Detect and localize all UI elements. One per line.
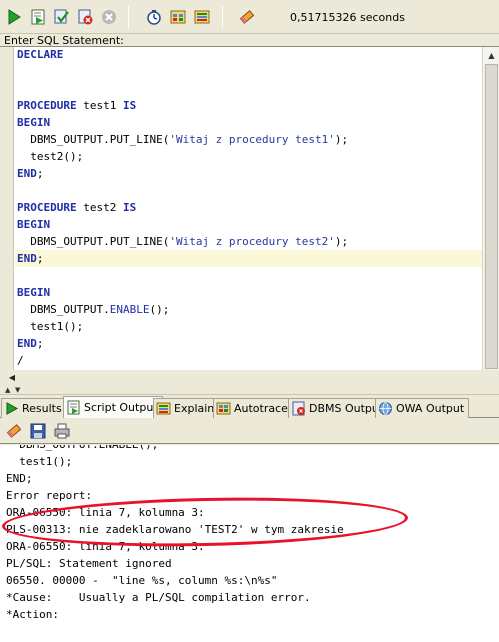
- scroll-up-icon[interactable]: ▲: [485, 48, 498, 63]
- save-output-icon[interactable]: [29, 422, 47, 440]
- output-line: DBMS_OUTPUT.ENABLE();: [6, 445, 344, 453]
- output-line: END;: [6, 472, 33, 485]
- rollback-icon[interactable]: [76, 8, 94, 26]
- sql-editor[interactable]: DECLARE PROCEDURE test1 IS BEGIN DBMS_OU…: [0, 46, 499, 386]
- collapse-up-icon[interactable]: ▲: [5, 386, 10, 394]
- output-line: PL/SQL: Statement ignored: [6, 557, 172, 570]
- tab-label: OWA Output: [396, 402, 465, 415]
- sql-code[interactable]: DECLARE PROCEDURE test1 IS BEGIN DBMS_OU…: [15, 47, 499, 369]
- code-line: DBMS_OUTPUT.PUT_LINE('Witaj z procedury …: [17, 235, 349, 248]
- globe-icon: [379, 402, 392, 415]
- split-divider[interactable]: ▲ ▼: [0, 386, 499, 395]
- code-line-current: END;: [15, 250, 499, 267]
- code-line: test2();: [17, 150, 84, 163]
- code-line: DECLARE: [17, 48, 64, 61]
- editor-gutter: [0, 47, 14, 385]
- code-line: END;: [17, 167, 44, 180]
- run-statement-icon[interactable]: [5, 8, 23, 26]
- clear-icon[interactable]: [238, 8, 256, 26]
- output-line: ORA-06550: linia 7, kolumna 3:: [6, 540, 205, 553]
- autotrace-icon[interactable]: [145, 8, 163, 26]
- run-results-icon: [6, 402, 19, 415]
- output-line: PLS-00313: nie zadeklarowano 'TEST2' w t…: [6, 523, 344, 536]
- code-line: DBMS_OUTPUT.PUT_LINE('Witaj z procedury …: [17, 133, 349, 146]
- collapse-down-icon[interactable]: ▼: [15, 386, 20, 394]
- output-line: Error report:: [6, 489, 93, 502]
- tab-label: Results: [22, 402, 62, 415]
- output-toolbar: [0, 419, 499, 444]
- editor-vertical-scrollbar[interactable]: ▲: [482, 47, 499, 385]
- output-line: *Action:: [6, 608, 59, 621]
- elapsed-time: 0,51715326 seconds: [290, 11, 405, 24]
- tab-owa-output[interactable]: OWA Output: [375, 398, 470, 418]
- output-line: ORA-06550: linia 7, kolumna 3:: [6, 506, 205, 519]
- script-output-icon: [67, 400, 80, 415]
- tab-label: DBMS Output: [309, 402, 384, 415]
- tab-label: Script Output: [84, 401, 158, 414]
- tab-explain[interactable]: Explain: [153, 398, 220, 418]
- output-line: *Cause: Usually a PL/SQL compilation err…: [6, 591, 311, 604]
- tab-dbms-output[interactable]: DBMS Output: [288, 398, 389, 418]
- code-line: PROCEDURE test2 IS: [17, 201, 137, 214]
- script-output-panel[interactable]: DBMS_OUTPUT.ENABLE(); test1(); END; Error …: [0, 445, 499, 642]
- tab-script-output[interactable]: Script Output: [63, 396, 163, 418]
- editor-horizontal-scrollbar[interactable]: ◀: [0, 370, 499, 386]
- code-line: DBMS_OUTPUT.ENABLE();: [17, 303, 170, 316]
- explain-tab-icon: [156, 402, 171, 415]
- code-line: END;: [17, 337, 44, 350]
- code-line: /: [17, 354, 24, 367]
- run-script-icon[interactable]: [29, 8, 47, 26]
- cancel-icon[interactable]: [100, 8, 118, 26]
- tab-autotrace[interactable]: Autotrace: [213, 398, 293, 418]
- tab-label: Explain: [174, 402, 215, 415]
- code-line: BEGIN: [17, 116, 51, 129]
- code-line: BEGIN: [17, 286, 51, 299]
- output-line: 06550. 00000 - "line %s, column %s:\n%s": [6, 574, 278, 587]
- output-line: test1();: [6, 455, 73, 468]
- scroll-thumb[interactable]: [485, 64, 498, 369]
- code-line: PROCEDURE test1 IS: [17, 99, 137, 112]
- commit-icon[interactable]: [52, 8, 70, 26]
- tab-label: Autotrace: [234, 402, 288, 415]
- script-output-text: DBMS_OUTPUT.ENABLE(); test1(); END; Error …: [6, 445, 344, 623]
- code-line: BEGIN: [17, 218, 51, 231]
- sql-history-icon[interactable]: [169, 8, 187, 26]
- dbms-output-icon: [292, 401, 305, 416]
- print-output-icon[interactable]: [53, 422, 71, 440]
- scroll-left-icon[interactable]: ◀: [6, 372, 18, 384]
- tab-results[interactable]: Results: [1, 398, 67, 418]
- clear-output-icon[interactable]: [5, 422, 23, 440]
- code-line: test1();: [17, 320, 84, 333]
- worksheet-toolbar: 0,51715326 seconds: [0, 0, 499, 34]
- explain-plan-icon[interactable]: [193, 8, 211, 26]
- autotrace-tab-icon: [216, 402, 231, 415]
- results-tabbar: Results Script Output Explain Autotrace …: [0, 396, 499, 418]
